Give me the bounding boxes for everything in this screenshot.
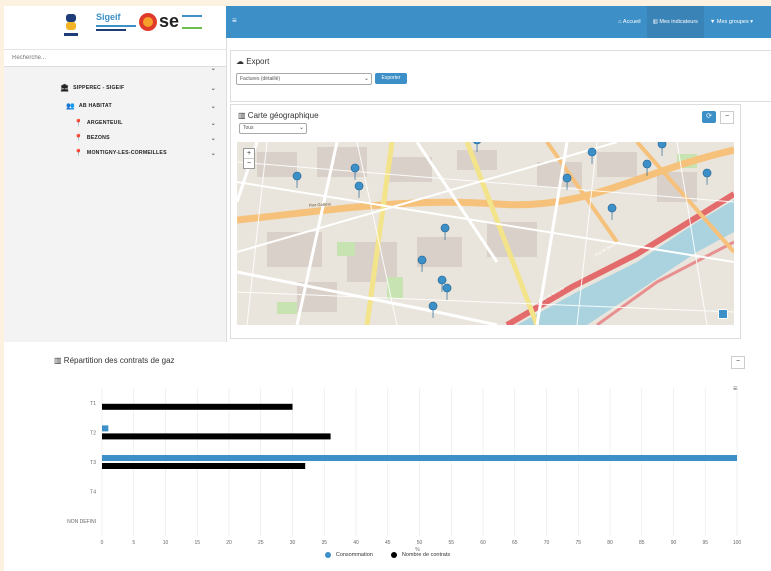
- category-label: T4: [90, 490, 96, 496]
- chevron-down-icon[interactable]: ⌄: [211, 120, 216, 127]
- tree-item-city-argenteuil[interactable]: 📍 ARGENTEUIL ⌄: [74, 119, 222, 127]
- app-frame: Sigeif se ⌄ 🏛 SIPPEREC - SIGEIF ⌄: [4, 6, 771, 571]
- x-tick-label: 20: [226, 540, 232, 546]
- x-tick-label: 55: [448, 540, 454, 546]
- bank-icon: 🏛: [60, 85, 70, 92]
- chevron-down-icon[interactable]: ⌄: [211, 85, 216, 92]
- x-tick-label: 45: [385, 540, 391, 546]
- map-pin-icon: 📍: [74, 135, 83, 142]
- export-title: ☁ Export: [236, 57, 270, 66]
- x-tick-label: 35: [321, 540, 327, 546]
- zoom-control: + −: [243, 148, 255, 169]
- chevron-down-icon[interactable]: ⌄: [211, 65, 216, 72]
- bar-chart-icon: ▥: [238, 111, 246, 120]
- ose-logo: se: [138, 11, 203, 32]
- bar-chart: 0 5 10 15 20 25 30 35 40 45 50 55 60 65 70 75 80 85 90 95 10…: [67, 388, 742, 553]
- x-tick-label: 10: [163, 540, 169, 546]
- map-panel: ▥ Carte géographique Tous ⌄ ⟳ − Rue Gall…: [230, 104, 741, 339]
- gas-contracts-chart-panel: ▥ Répartition des contrats de gaz − ≡ 05…: [4, 348, 771, 571]
- chevron-down-icon[interactable]: ⌄: [211, 150, 216, 157]
- x-tick-label: 0: [101, 540, 104, 546]
- bar-contracts: [102, 433, 331, 440]
- x-tick-label: 85: [639, 540, 645, 546]
- tree-item-label: ARGENTEUIL: [86, 120, 123, 126]
- category-label: T2: [90, 430, 96, 436]
- chevron-down-icon[interactable]: ⌄: [211, 135, 216, 142]
- legend-marker: [390, 552, 397, 558]
- search-box[interactable]: [4, 50, 226, 67]
- logo-bar: Sigeif se: [4, 6, 226, 50]
- x-tick-label: 65: [512, 540, 518, 546]
- category-label: T1: [90, 401, 96, 407]
- x-tick-label: 25: [258, 540, 264, 546]
- x-tick-label: 30: [290, 540, 296, 546]
- zoom-out-button[interactable]: −: [244, 159, 254, 168]
- x-tick-label: 15: [194, 540, 200, 546]
- chevron-down-icon[interactable]: ⌄: [211, 103, 216, 110]
- x-tick-label: 60: [480, 540, 486, 546]
- chevron-down-icon: ⌄: [363, 76, 369, 82]
- sigeif-logo: Sigeif: [96, 12, 136, 31]
- map-title: ▥ Carte géographique: [238, 111, 319, 120]
- nav-item-indicators[interactable]: ▥ Mes indicateurs: [646, 6, 704, 38]
- sipperec-logo: [64, 12, 78, 40]
- nav-item-home[interactable]: ⌂ Accueil: [612, 6, 647, 38]
- x-tick-label: 75: [575, 540, 581, 546]
- sidebar: Sigeif se ⌄ 🏛 SIPPEREC - SIGEIF ⌄: [4, 6, 227, 342]
- cloud-icon: ☁: [236, 57, 244, 66]
- map-view[interactable]: Rue Galliéni Rue de Bezons Quai de Bezon…: [237, 142, 734, 325]
- x-tick-label: 70: [544, 540, 550, 546]
- x-tick-label: 5: [132, 540, 135, 546]
- top-navbar: ≡ ⌂ Accueil ▥ Mes indicateurs ▼ Mes grou…: [226, 6, 771, 38]
- legend-marker: [324, 552, 331, 558]
- users-icon: 👥: [66, 103, 75, 110]
- x-tick-label: 100: [733, 540, 742, 546]
- map-filter-select[interactable]: Tous ⌄: [239, 123, 307, 134]
- nav-item-groups[interactable]: ▼ Mes groupes ▾: [704, 6, 759, 38]
- map-pin-icon: 📍: [74, 150, 83, 157]
- category-label: T3: [90, 460, 96, 466]
- x-tick-label: 95: [702, 540, 708, 546]
- menu-toggle-icon[interactable]: ≡: [232, 16, 237, 25]
- legend-item-consumption[interactable]: Consommation: [324, 552, 373, 558]
- category-label: NON DEFINI: [67, 519, 96, 525]
- tree-item-root[interactable]: 🏛 SIPPEREC - SIGEIF ⌄: [60, 84, 222, 92]
- tree-item-group[interactable]: 👥 AB HABITAT ⌄: [66, 102, 222, 110]
- map-markers: [292, 142, 712, 319]
- chevron-down-icon: ⌄: [298, 125, 304, 131]
- export-type-select[interactable]: Factures (détaillé) ⌄: [236, 73, 372, 85]
- x-tick-label: 50: [417, 540, 423, 546]
- search-input[interactable]: [10, 54, 214, 62]
- bar-consumption: [102, 425, 109, 432]
- x-tick-label: 40: [353, 540, 359, 546]
- x-tick-label: 90: [671, 540, 677, 546]
- chart-legend: Consommation Nombre de contrats: [4, 552, 771, 558]
- bar-contracts: [102, 403, 293, 410]
- fullscreen-button[interactable]: [718, 309, 728, 319]
- tree-item-city-montigny[interactable]: 📍 MONTIGNY-LES-CORMEILLES ⌄: [74, 149, 222, 157]
- map-pin-icon: [292, 142, 712, 319]
- bar-contracts: [102, 463, 306, 469]
- collapse-button[interactable]: −: [720, 111, 734, 124]
- tree-item-label: SIPPEREC - SIGEIF: [73, 85, 125, 91]
- tree-item-label: BEZONS: [86, 135, 110, 141]
- legend-item-contracts[interactable]: Nombre de contrats: [390, 552, 450, 558]
- tree-item-label: AB HABITAT: [78, 103, 112, 109]
- bar-consumption: [102, 455, 737, 461]
- map-pin-icon: 📍: [74, 120, 83, 127]
- export-button[interactable]: Exporter: [375, 73, 407, 84]
- nav-menu: ⌂ Accueil ▥ Mes indicateurs ▼ Mes groupe…: [612, 6, 759, 38]
- x-tick-label: 80: [607, 540, 613, 546]
- tree-item-city-bezons[interactable]: 📍 BEZONS ⌄: [74, 134, 222, 142]
- export-panel: ☁ Export Factures (détaillé) ⌄ Exporter: [230, 50, 771, 102]
- refresh-button[interactable]: ⟳: [702, 111, 716, 123]
- tree-item-label: MONTIGNY-LES-CORMEILLES: [86, 150, 167, 156]
- zoom-in-button[interactable]: +: [244, 149, 254, 159]
